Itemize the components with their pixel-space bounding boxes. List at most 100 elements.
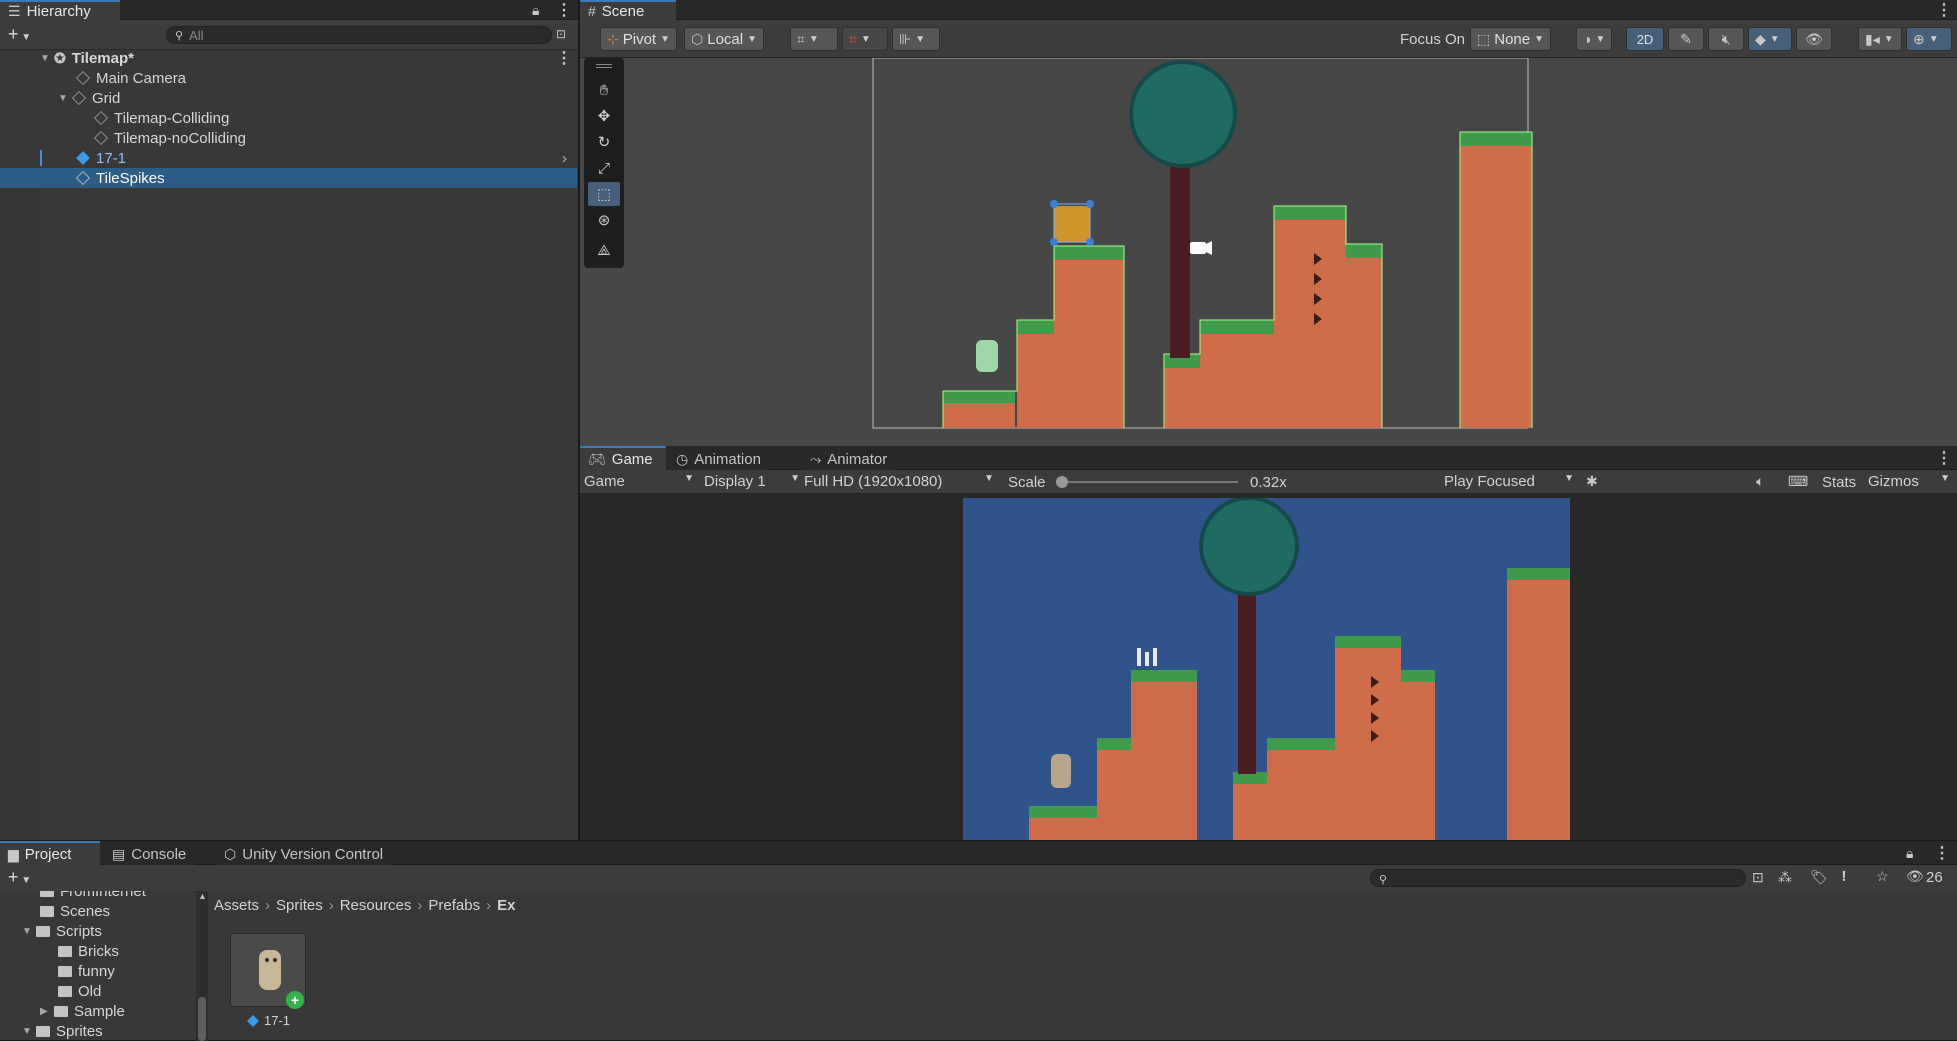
folder-label: Scripts	[56, 922, 102, 940]
add-object-button[interactable]: + ▼	[8, 24, 31, 45]
breadcrumb-assets[interactable]: Assets	[214, 897, 259, 914]
gizmos-dropdown[interactable]: ⊕ ▼	[1906, 27, 1952, 51]
hierarchy-search-field[interactable]: ⚲ All	[166, 26, 552, 44]
grass	[1200, 320, 1274, 334]
breadcrumb-prefabs[interactable]: Prefabs	[428, 897, 480, 914]
version-control-icon: ⬡	[224, 845, 237, 862]
focus-on-dropdown[interactable]: ⬚ None ▼	[1470, 27, 1551, 51]
tab-project[interactable]: ▆ Project	[0, 841, 100, 865]
folder-icon	[54, 1005, 68, 1017]
hierarchy-row-tilespikes[interactable]: TileSpikes	[0, 168, 577, 188]
hierarchy-row-tilemap-colliding[interactable]: Tilemap-Colliding	[0, 108, 577, 128]
resolution-dropdown[interactable]: Full HD (1920x1080) ▼	[804, 473, 994, 490]
folder-row-bricks[interactable]: Bricks	[0, 941, 196, 961]
folder-row-funny[interactable]: funny	[0, 961, 196, 981]
tab-version-control[interactable]: ⬡ Unity Version Control	[216, 841, 392, 865]
expand-arrow-icon[interactable]: ▼	[22, 1026, 36, 1037]
folder-row-scripts[interactable]: ▼ Scripts	[0, 921, 196, 941]
hierarchy-item-label: TileSpikes	[96, 169, 165, 187]
hierarchy-item-label: Tilemap*	[71, 49, 134, 67]
label-tag-icon[interactable]: 🏷︎	[1810, 869, 1828, 886]
favorites-star-icon[interactable]: ☆	[1876, 868, 1889, 885]
grid-snapping-toggle[interactable]: ⌗ ▼	[790, 27, 838, 51]
hidden-packages-icon[interactable]: 👁︎	[1906, 868, 1924, 885]
tab-scene[interactable]: # Scene	[580, 0, 676, 20]
scene-panel: # Scene ⋮ ⊹ Pivot ▼ ⬡ Local ▼ ⌗ ▼ ⌗ ▼ ⊪ ▼ Foc…	[580, 0, 1957, 446]
hierarchy-row-grid[interactable]: ▼ Grid	[0, 88, 577, 108]
display-dropdown[interactable]: Display 1 ▼	[704, 473, 800, 490]
tree-scrollbar[interactable]: ▲	[196, 891, 208, 1041]
scrollbar-thumb[interactable]	[198, 997, 206, 1041]
search-options-icon[interactable]: ⊡	[556, 27, 566, 41]
draw-mode-dropdown[interactable]: ◑ ▼	[1576, 27, 1613, 51]
gameobject-cube-icon	[72, 91, 86, 105]
filter-type-icon[interactable]: ⁂	[1778, 869, 1792, 886]
game-view-dropdown[interactable]: Game ▼	[584, 473, 694, 490]
scene-menu-icon[interactable]: ⋮	[556, 48, 572, 68]
scale-slider-thumb[interactable]	[1056, 476, 1068, 488]
folder-row-frominternet[interactable]: FromInternet	[0, 891, 196, 901]
gizmos-dropdown[interactable]: Gizmos ▼	[1868, 473, 1950, 490]
tab-console[interactable]: ▤ Console	[104, 841, 195, 865]
effects-dropdown[interactable]: ◆ ▼	[1748, 27, 1792, 51]
lighting-toggle[interactable]: ✎	[1668, 27, 1704, 51]
lock-icon[interactable]: 🔒︎	[1906, 845, 1913, 862]
folder-icon	[40, 905, 54, 917]
scale-slider[interactable]	[1056, 476, 1238, 488]
tilemap-terrain	[942, 131, 1533, 428]
lock-icon[interactable]: 🔒︎	[532, 2, 539, 19]
hierarchy-row-prefab-17-1[interactable]: 17-1 ›	[0, 148, 577, 168]
folder-row-sprites[interactable]: ▼ Sprites	[0, 1021, 196, 1041]
folder-row-old[interactable]: Old	[0, 981, 196, 1001]
expand-arrow-icon[interactable]: ▼	[22, 926, 36, 937]
camera-icon: ▮◂	[1865, 30, 1880, 47]
visibility-toggle[interactable]: 👁︎	[1796, 27, 1832, 51]
breadcrumb-ex[interactable]: Ex	[497, 897, 515, 914]
local-dropdown[interactable]: ⬡ Local ▼	[684, 27, 764, 51]
tab-game[interactable]: 🎮︎ Game	[580, 446, 666, 470]
grid-visibility-toggle[interactable]: ⌗ ▼	[842, 27, 888, 51]
camera-dropdown[interactable]: ▮◂ ▼	[1858, 27, 1902, 51]
bug-icon[interactable]: ✱	[1586, 473, 1598, 490]
folder-row-scenes[interactable]: Scenes	[0, 901, 196, 921]
play-mode-dropdown[interactable]: Play Focused ▼	[1444, 473, 1574, 490]
animator-icon: ⤳	[810, 450, 822, 467]
hierarchy-menu-icon[interactable]: ⋮	[556, 0, 572, 20]
search-by-type-icon[interactable]: ⊡	[1752, 869, 1764, 886]
chevron-right-icon[interactable]: ›	[562, 150, 567, 167]
speaker-icon[interactable]: 🔈︎	[1756, 473, 1764, 490]
folder-icon	[40, 891, 54, 897]
game-viewport[interactable]	[963, 498, 1570, 840]
stats-button[interactable]: Stats	[1822, 474, 1856, 491]
hierarchy-row-tilemap-nocolliding[interactable]: Tilemap-noColliding	[0, 128, 577, 148]
resolution-label: Full HD (1920x1080)	[804, 473, 943, 490]
project-menu-icon[interactable]: ⋮	[1934, 843, 1950, 863]
keyboard-shortcuts-icon[interactable]: ⌨︎	[1788, 473, 1808, 490]
expand-arrow-icon[interactable]: ▶	[40, 1006, 54, 1017]
breadcrumb-resources[interactable]: Resources	[340, 897, 412, 914]
camera-gizmo	[1190, 241, 1212, 255]
project-search-field[interactable]: ⚲	[1370, 869, 1746, 887]
scene-viewport[interactable]	[580, 58, 1957, 446]
breadcrumb-sprites[interactable]: Sprites	[276, 897, 323, 914]
tab-animator[interactable]: ⤳ Animator	[802, 446, 896, 470]
expand-arrow-icon[interactable]: ▼	[58, 93, 72, 104]
mode-2d-toggle[interactable]: 2D	[1626, 27, 1664, 51]
warning-filter-icon[interactable]: ❗︎	[1842, 868, 1846, 885]
hierarchy-row-main-camera[interactable]: Main Camera	[0, 68, 577, 88]
increment-snap-toggle[interactable]: ⊪ ▼	[892, 27, 940, 51]
grass	[1267, 738, 1335, 750]
scene-menu-icon[interactable]: ⋮	[1936, 0, 1952, 20]
asset-tile[interactable]: + 17-1	[230, 933, 306, 1033]
tab-hierarchy[interactable]: ☰ Hierarchy	[0, 0, 120, 20]
audio-toggle[interactable]: 🔇︎	[1708, 27, 1744, 51]
folder-row-sample[interactable]: ▶ Sample	[0, 1001, 196, 1021]
version-control-tab-label: Unity Version Control	[242, 845, 384, 863]
hierarchy-row-scene[interactable]: ▼ ✪ Tilemap* ⋮	[0, 48, 577, 68]
game-menu-icon[interactable]: ⋮	[1936, 448, 1952, 468]
create-asset-button[interactable]: + ▼	[8, 867, 31, 888]
tab-animation[interactable]: ◷ Animation	[668, 446, 769, 470]
pivot-dropdown[interactable]: ⊹ Pivot ▼	[600, 27, 677, 51]
scroll-up-arrow-icon[interactable]: ▲	[198, 891, 207, 901]
expand-arrow-icon[interactable]: ▼	[40, 53, 54, 64]
